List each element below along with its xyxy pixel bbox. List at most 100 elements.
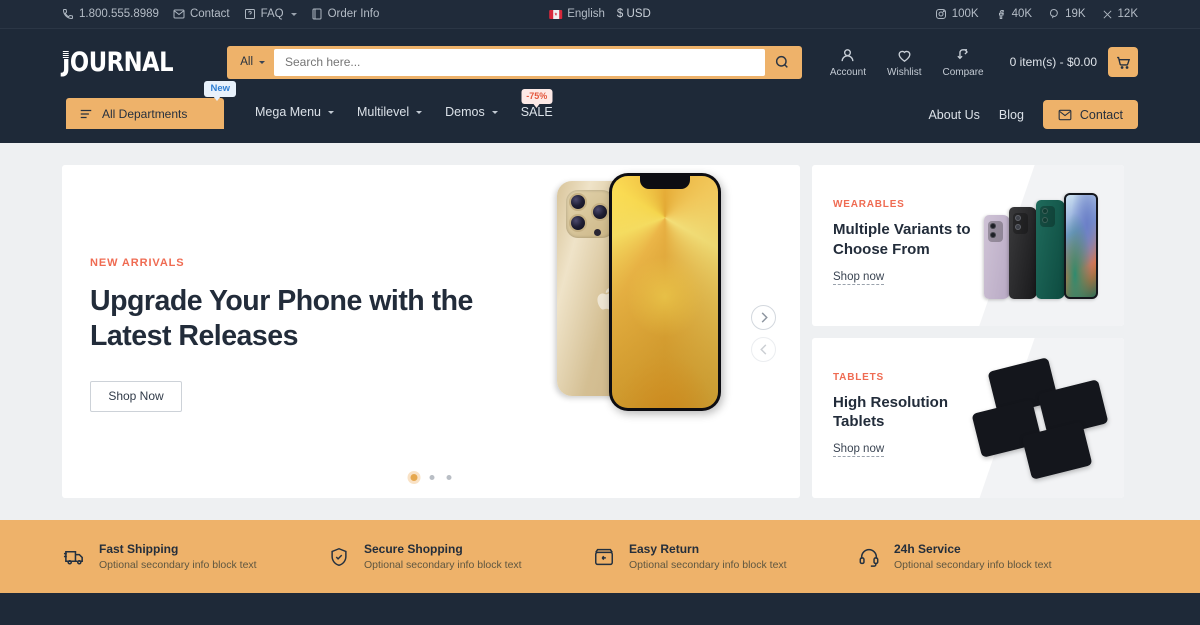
hero-phone-image [547,173,737,418]
nav-link-list: Mega Menu Multilevel Demos -75% SALE [255,89,553,119]
promo-text-block: WEARABLES Multiple Variants to Choose Fr… [833,199,973,285]
camera-lens-icon [569,193,587,211]
site-header: JOURNAL All Account Wishlist Compare 0 i… [0,29,1200,95]
nav-item-multilevel[interactable]: Multilevel [357,105,423,119]
facebook-count: 40K [1011,8,1033,20]
top-bar-left-links: 1.800.555.8989 Contact FAQ Order Info [62,8,379,20]
instagram-icon [935,9,946,19]
logo-stripe-accent [62,49,69,59]
camera-module-icon [1013,213,1028,234]
carousel-arrows [751,305,776,362]
carousel-dot-3[interactable] [446,475,452,480]
compare-button[interactable]: Compare [942,47,984,78]
flag-icon [549,9,563,19]
search-bar: All [227,45,802,79]
phone-variant-green [1036,200,1065,299]
hero-eyebrow: NEW ARRIVALS [90,257,185,269]
promo-eyebrow: WEARABLES [833,199,905,210]
service-subtitle: Optional secondary info block text [364,559,522,571]
nav-item-label: Multilevel [357,105,410,119]
wishlist-button[interactable]: Wishlist [887,47,921,78]
compare-label: Compare [942,66,984,78]
x-twitter-icon [1103,10,1112,18]
main-navigation: All Departments New Mega Menu Multilevel… [0,81,1200,143]
promo-title: Multiple Variants to Choose From [833,221,971,258]
contact-button[interactable]: Contact [1042,100,1138,129]
nav-secondary-links: About Us Blog Contact [928,100,1138,129]
language-selector[interactable]: English [549,8,605,20]
faq-label: FAQ [260,8,284,20]
carousel-dot-1[interactable] [410,474,418,481]
social-x[interactable]: 12K [1102,8,1138,20]
promo-title: High Resolution Tablets [833,393,948,431]
site-logo[interactable]: JOURNAL [62,47,174,78]
hero-text-block: NEW ARRIVALS Upgrade Your Phone with the… [90,257,490,412]
carousel-dots [410,474,452,481]
nav-item-sale[interactable]: -75% SALE [521,89,553,119]
heart-icon [898,50,911,62]
account-button[interactable]: Account [830,47,866,78]
promo-card-tablets[interactable]: TABLETS High Resolution Tablets Shop now [812,337,1124,498]
search-submit-button[interactable] [764,48,799,76]
main-content: NEW ARRIVALS Upgrade Your Phone with the… [0,143,1200,498]
camera-module-icon [1040,206,1055,227]
locale-selectors: English $ USD [549,8,651,20]
pinterest-count: 19K [1065,8,1086,20]
promo-shop-now-link[interactable]: Shop now [833,443,885,458]
search-input[interactable] [274,48,765,76]
language-label: English [567,8,605,20]
help-icon [244,9,255,19]
nav-item-label: Mega Menu [255,105,322,119]
nav-item-label: Demos [445,105,485,119]
all-departments-button[interactable]: All Departments New [66,81,236,129]
chevron-right-icon [761,312,768,323]
carousel-next-button[interactable] [751,305,776,330]
phone-link[interactable]: 1.800.555.8989 [62,8,159,20]
hero-title: Upgrade Your Phone with the Latest Relea… [90,285,473,353]
nav-item-about-us[interactable]: About Us [928,108,979,122]
cart-button[interactable] [1108,47,1138,77]
phone-lineup-image [984,187,1116,299]
hero-shop-now-button[interactable]: Shop Now [90,380,182,412]
all-departments-label: All Departments [102,106,188,121]
social-facebook[interactable]: 40K [995,8,1032,20]
x-count: 12K [1117,8,1138,20]
service-secure-shopping: Secure Shopping Optional secondary info … [327,542,592,571]
order-info-link[interactable]: Order Info [311,8,379,20]
promo-card-wearables[interactable]: WEARABLES Multiple Variants to Choose Fr… [812,165,1124,326]
nav-item-mega-menu[interactable]: Mega Menu [255,105,335,119]
contact-label: Contact [189,8,230,20]
camera-module-icon [988,221,1003,242]
search-category-dropdown[interactable]: All [230,56,274,68]
social-instagram[interactable]: 100K [935,8,979,20]
hero-carousel: NEW ARRIVALS Upgrade Your Phone with the… [62,165,800,498]
carousel-prev-button[interactable] [751,337,776,362]
promo-text-block: TABLETS High Resolution Tablets Shop now [833,372,973,458]
wishlist-label: Wishlist [887,66,922,78]
chevron-down-icon [491,110,498,114]
service-text: Easy Return Optional secondary info bloc… [629,542,787,571]
contact-link[interactable]: Contact [173,8,230,20]
social-pinterest[interactable]: 19K [1048,8,1086,20]
lidar-sensor-icon [594,229,601,236]
service-subtitle: Optional secondary info block text [894,559,1052,571]
nav-item-demos[interactable]: Demos [445,105,498,119]
service-text: Secure Shopping Optional secondary info … [364,542,522,571]
compare-arrows-icon [956,48,968,59]
sale-discount-badge: -75% [521,89,553,108]
currency-selector[interactable]: $ USD [617,8,651,20]
phone-variant-black [1009,207,1037,299]
nav-item-blog[interactable]: Blog [999,108,1024,122]
service-title: 24h Service [894,542,961,556]
shield-check-icon [327,545,351,569]
search-icon [775,55,788,68]
promo-eyebrow: TABLETS [833,371,884,383]
headset-icon [857,545,881,569]
carousel-dot-2[interactable] [429,475,435,480]
social-stats: 100K 40K 19K 12K [935,8,1138,20]
faq-link[interactable]: FAQ [244,8,297,20]
header-icon-group: Account Wishlist Compare [830,47,984,78]
promo-shop-now-link[interactable]: Shop now [833,271,885,285]
chevron-left-icon [759,344,766,355]
phone-notch [640,176,690,189]
